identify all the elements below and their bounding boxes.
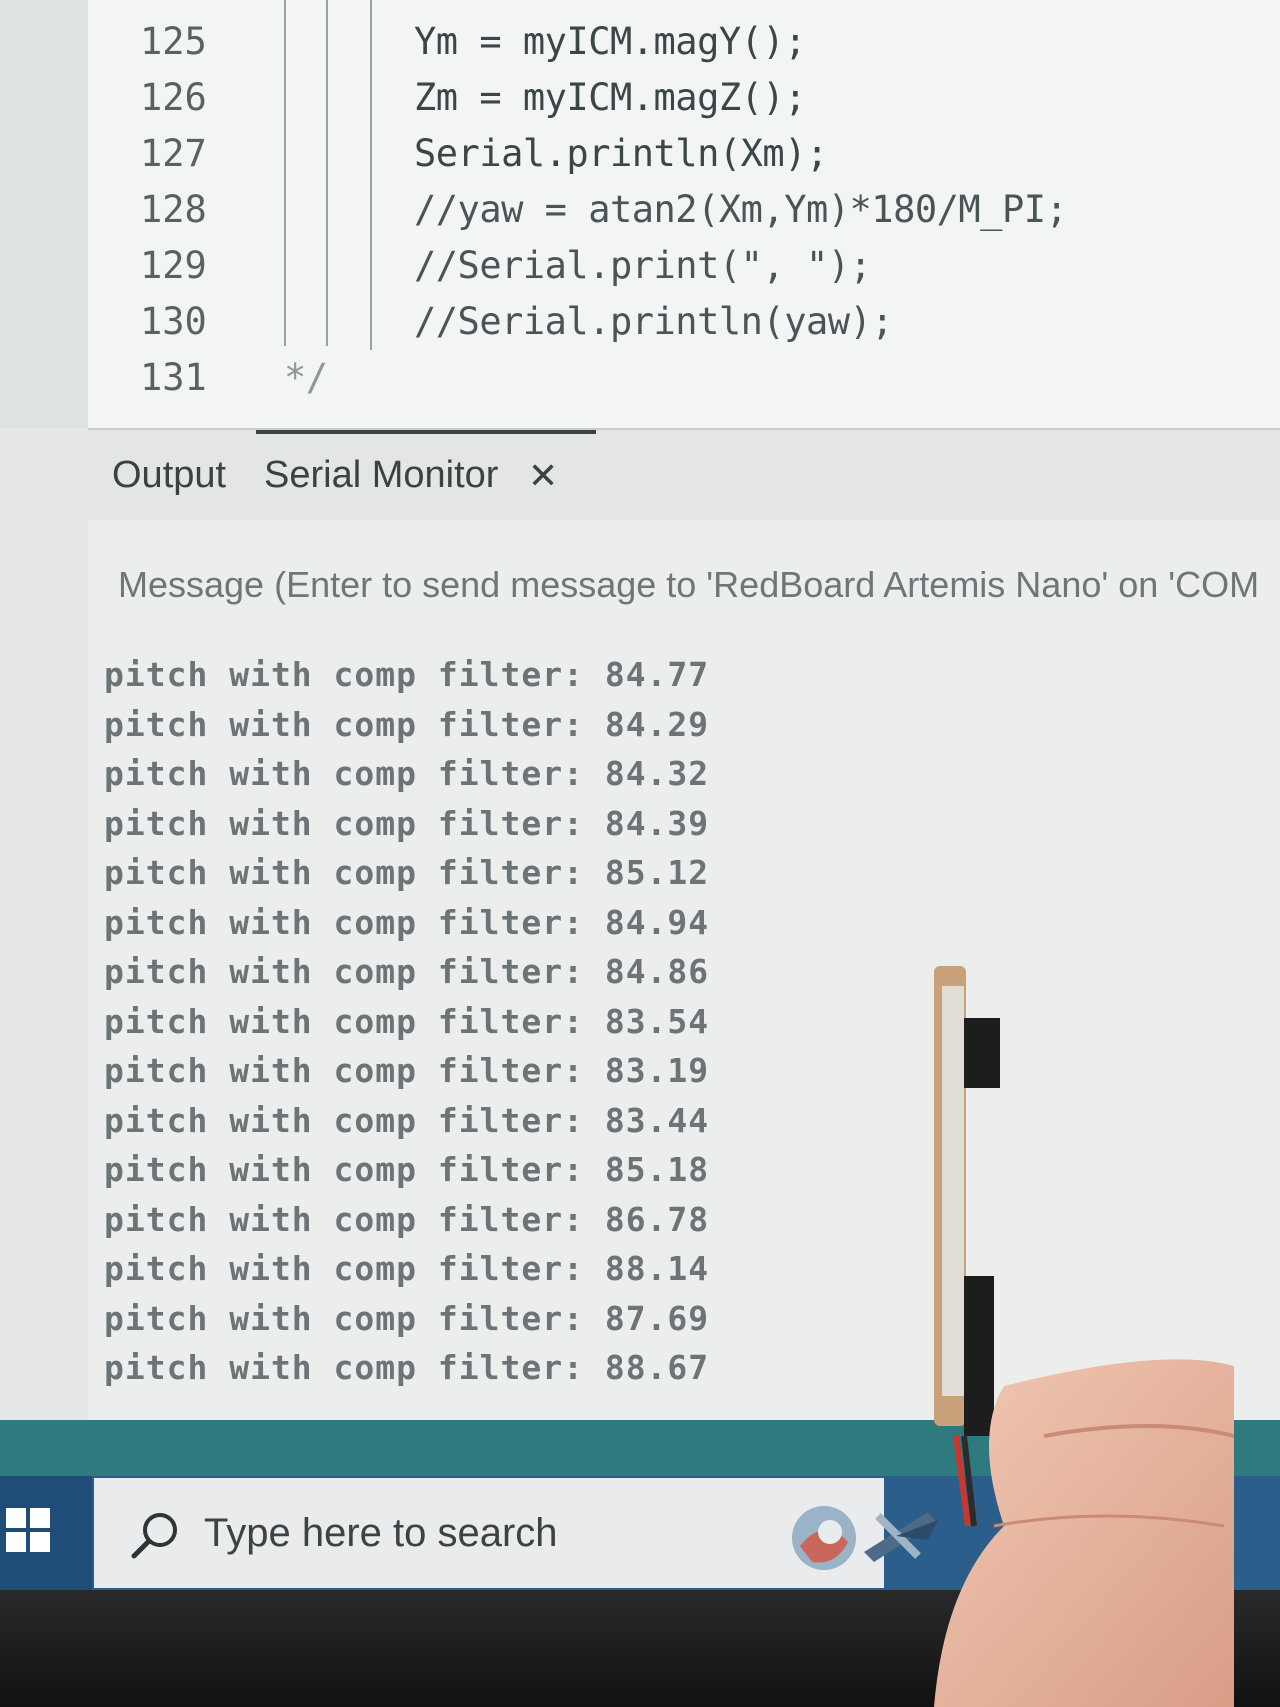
search-placeholder: Type here to search: [204, 1511, 558, 1555]
screen: 125 Ym = myICM.magY(); 126 Zm = myICM.ma…: [0, 0, 1280, 1707]
code-line[interactable]: 127 Serial.println(Xm);: [88, 126, 1280, 182]
line-number: 131: [140, 356, 207, 399]
search-icon: [131, 1513, 177, 1559]
taskbar-search-box[interactable]: Type here to search: [94, 1478, 938, 1588]
code-line[interactable]: 130 //Serial.println(yaw);: [88, 294, 1280, 350]
line-number: 126: [140, 76, 207, 119]
tab-output[interactable]: Output: [112, 430, 226, 520]
panel-tab-bar: Output Serial Monitor ✕: [88, 430, 1280, 520]
code-line[interactable]: 126 Zm = myICM.magZ();: [88, 70, 1280, 126]
fold-guide: [370, 0, 372, 350]
code-comment-close: */: [284, 356, 328, 399]
code-line[interactable]: 125 Ym = myICM.magY();: [88, 14, 1280, 70]
code-line[interactable]: 128 //yaw = atan2(Xm,Ym)*180/M_PI;: [88, 182, 1280, 238]
code-text: Zm = myICM.magZ();: [414, 76, 806, 119]
serial-line: pitch with comp filter: 85.12: [104, 853, 710, 892]
code-comment: //yaw = atan2(Xm,Ym)*180/M_PI;: [414, 188, 1068, 231]
line-number: 128: [140, 188, 207, 231]
code-text: Serial.println(Xm);: [414, 132, 828, 175]
weather-widget-icon[interactable]: [778, 1496, 948, 1580]
code-comment: //Serial.print(", ");: [414, 244, 872, 287]
serial-line: pitch with comp filter: 84.29: [104, 704, 710, 744]
windows-logo-icon: [6, 1508, 50, 1552]
line-number: 127: [140, 132, 207, 175]
serial-line: pitch with comp filter: 84.39: [104, 803, 710, 843]
message-input[interactable]: [88, 540, 1280, 630]
fold-guide: [284, 0, 286, 346]
serial-line: pitch with comp filter: 84.94: [104, 902, 710, 942]
line-number: 125: [140, 20, 207, 63]
code-line[interactable]: 129 //Serial.print(", ");: [88, 238, 1280, 294]
sensor-board-photo: [934, 966, 1234, 1707]
start-button[interactable]: [0, 1476, 92, 1590]
tab-serial-monitor[interactable]: Serial Monitor: [258, 430, 504, 520]
line-number: 130: [140, 300, 207, 343]
serial-line: pitch with comp filter: 84.32: [104, 754, 710, 793]
editor-gutter-edge: [0, 0, 88, 428]
code-line[interactable]: 131 */: [88, 350, 1280, 406]
code-comment: //Serial.println(yaw);: [414, 300, 894, 343]
close-icon[interactable]: ✕: [528, 430, 558, 520]
line-number: 129: [140, 244, 207, 287]
code-text: Ym = myICM.magY();: [414, 20, 806, 63]
serial-line: pitch with comp filter: 84.77: [104, 655, 710, 694]
fold-guide: [326, 0, 328, 346]
